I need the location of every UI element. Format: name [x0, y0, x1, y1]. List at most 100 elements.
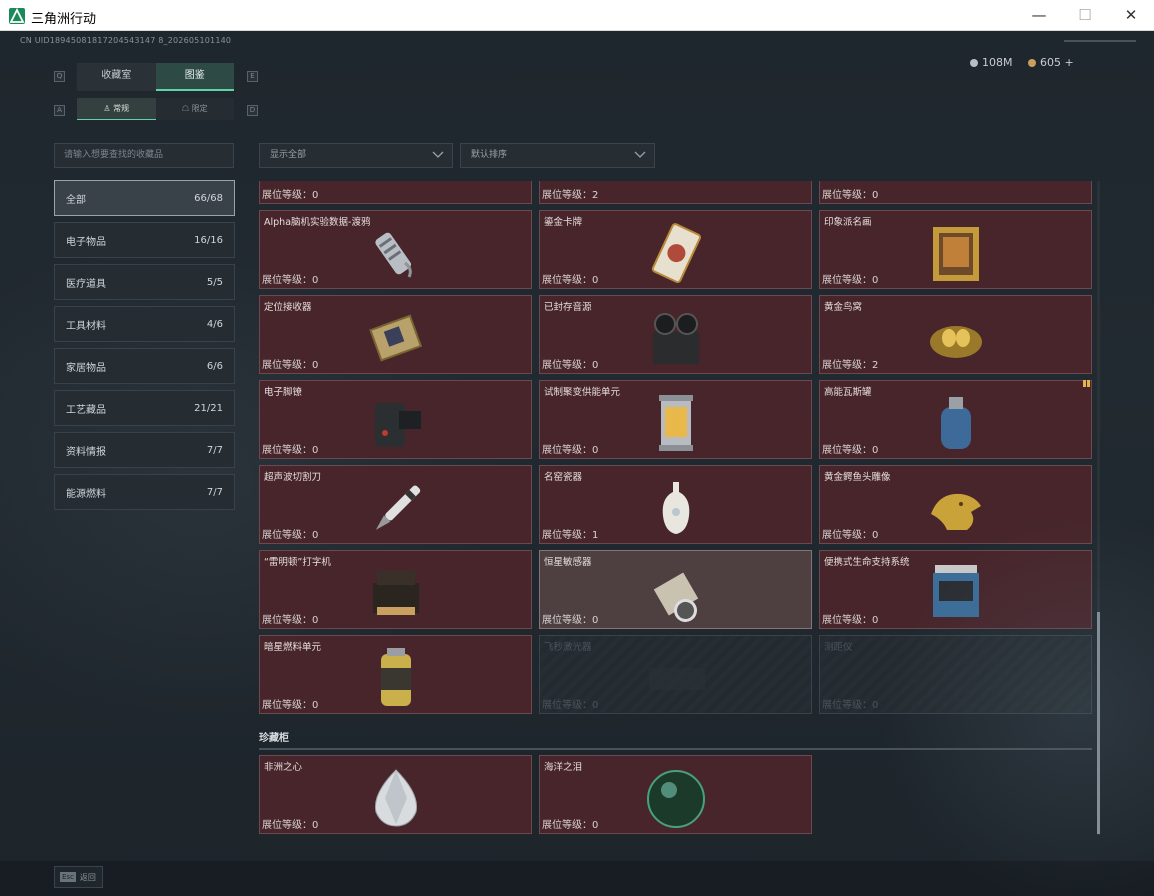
item-name: 名窑瓷器 [544, 472, 583, 483]
category-crafts[interactable]: 工艺藏品 21/21 [54, 390, 235, 426]
sort-dropdown[interactable]: 默认排序 [460, 143, 655, 168]
section-divider [259, 748, 1092, 750]
collection-card[interactable]: 非洲之心 展位等级：0 [259, 755, 532, 834]
ultrasonic-cutter-icon [365, 478, 427, 540]
category-energy[interactable]: 能源燃料 7/7 [54, 474, 235, 510]
subtab-limited-label: 限定 [191, 104, 208, 113]
collection-card[interactable]: 海洋之泪 展位等级：0 [539, 755, 812, 834]
collection-card[interactable]: 鎏金卡牌 展位等级：0 [539, 210, 812, 289]
chain-icon [645, 181, 707, 200]
collection-card[interactable]: 飞秒激光器 展位等级：0 [539, 635, 812, 714]
category-household[interactable]: 家居物品 6/6 [54, 348, 235, 384]
category-tools[interactable]: 工具材料 4/6 [54, 306, 235, 342]
key-hint-q: Q [54, 71, 65, 82]
item-level: 展位等级：0 [822, 700, 879, 711]
gas-tank-icon [925, 393, 987, 455]
laser-icon [645, 648, 707, 710]
item-level: 展位等级：2 [542, 190, 599, 201]
collection-card[interactable]: 黄金鸟窝展位等级：2 [819, 295, 1092, 374]
ankle-monitor-icon [365, 393, 427, 455]
collection-card[interactable]: 测距仪展位等级：0 [819, 635, 1092, 714]
collection-card[interactable]: 黄金鳄鱼头雕像 展位等级：0 [819, 465, 1092, 544]
back-button[interactable]: Esc 返回 [54, 866, 103, 888]
category-intel[interactable]: 资料情报 7/7 [54, 432, 235, 468]
typewriter-icon [365, 563, 427, 625]
fusion-unit-icon [645, 393, 707, 455]
collection-card[interactable]: 展位等级：2 [539, 181, 812, 204]
minimize-button[interactable]: — [1016, 0, 1062, 31]
new-item-marker-icon [1083, 380, 1090, 387]
collection-card[interactable]: 电子脚镣 展位等级：0 [259, 380, 532, 459]
item-level: 展位等级：0 [262, 190, 319, 201]
collection-card[interactable]: 展位等级：0 [819, 181, 1092, 204]
collection-card[interactable]: “雷明顿”打字机 展位等级：0 [259, 550, 532, 629]
category-count: 16/16 [194, 234, 223, 246]
window-titlebar: 三角洲行动 — ☐ ✕ [0, 0, 1154, 31]
collection-card[interactable]: 名窑瓷器 展位等级：1 [539, 465, 812, 544]
category-count: 66/68 [194, 192, 223, 204]
item-name: 鎏金卡牌 [544, 217, 583, 228]
collection-card[interactable]: 试制聚变供能单元 展位等级：0 [539, 380, 812, 459]
collection-card[interactable]: 展位等级：0 [259, 181, 532, 204]
esc-key-icon: Esc [60, 872, 76, 882]
item-level: 展位等级：2 [822, 360, 879, 371]
collection-card[interactable]: Alpha脑机实验数据-渡鸦 展位等级：0 [259, 210, 532, 289]
search-input[interactable]: 请输入想要查找的收藏品 [54, 143, 234, 168]
currency-gold-value: 605 + [1040, 56, 1074, 69]
key-hint-d: D [247, 105, 258, 116]
category-label: 工艺藏品 [66, 404, 106, 416]
fuel-cell-icon [365, 648, 427, 710]
item-name: 超声波切割刀 [264, 472, 322, 483]
framed-painting-icon [925, 223, 987, 285]
collection-card[interactable]: 超声波切割刀 展位等级：0 [259, 465, 532, 544]
chevron-down-icon [634, 151, 646, 158]
subtab-regular[interactable]: ♙ 常规 [77, 98, 156, 120]
item-level: 展位等级：0 [822, 275, 879, 286]
filter-dropdown[interactable]: 显示全部 [259, 143, 453, 168]
item-name: 测距仪 [824, 642, 853, 653]
tab-collection-room[interactable]: 收藏室 [77, 63, 156, 91]
category-count: 7/7 [206, 444, 223, 456]
collection-card[interactable]: 定位接收器 展位等级：0 [259, 295, 532, 374]
scroll-track[interactable] [1097, 181, 1100, 835]
data-drive-icon [365, 223, 427, 285]
item-name: 黄金鸟窝 [824, 302, 863, 313]
maximize-button[interactable]: ☐ [1062, 0, 1108, 31]
category-medical[interactable]: 医疗道具 5/5 [54, 264, 235, 300]
sub-tabs: ♙ 常规 ☖ 限定 [77, 98, 234, 120]
collection-card[interactable]: 已封存音源展位等级：0 [539, 295, 812, 374]
item-level: 展位等级：0 [822, 530, 879, 541]
close-button[interactable]: ✕ [1108, 0, 1154, 31]
item-name: Alpha脑机实验数据-渡鸦 [264, 217, 371, 228]
regular-icon: ♙ [103, 104, 114, 113]
golden-nest-icon [925, 308, 987, 370]
currency-silver-value: 108M [982, 56, 1013, 69]
item-name: 印象派名画 [824, 217, 872, 228]
item-level: 展位等级：0 [262, 445, 319, 456]
category-label: 能源燃料 [66, 488, 106, 500]
collection-card[interactable]: 高能瓦斯罐 展位等级：0 [819, 380, 1092, 459]
item-name: 暗星燃料单元 [264, 642, 322, 653]
category-label: 资料情报 [66, 446, 106, 458]
tab-codex[interactable]: 图鉴 [155, 63, 234, 91]
diamond-icon [365, 768, 427, 830]
category-list: 全部 66/68 电子物品 16/16 医疗道具 5/5 工具材料 4/6 家居物品 6/… [54, 180, 235, 516]
collection-card[interactable]: 暗星燃料单元 展位等级：0 [259, 635, 532, 714]
item-name: 已封存音源 [544, 302, 592, 313]
collection-card[interactable]: 便携式生命支持系统 展位等级：0 [819, 550, 1092, 629]
subtab-limited[interactable]: ☖ 限定 [155, 98, 234, 120]
item-level: 展位等级：0 [822, 445, 879, 456]
item-level: 展位等级：0 [822, 615, 879, 626]
item-level: 展位等级：0 [542, 360, 599, 371]
scrollbar-thumb[interactable] [1097, 612, 1100, 834]
collection-card[interactable]: 印象派名画展位等级：0 [819, 210, 1092, 289]
currency-gold[interactable]: 605 + [1028, 56, 1074, 69]
category-all[interactable]: 全部 66/68 [54, 180, 235, 216]
game-window: CN UID18945081817204543147 8_20260510114… [0, 31, 1154, 896]
window-title: 三角洲行动 [31, 12, 97, 27]
currency-silver[interactable]: 108M [970, 56, 1013, 69]
collection-card[interactable]: 恒星敏感器 展位等级：0 [539, 550, 812, 629]
category-electronics[interactable]: 电子物品 16/16 [54, 222, 235, 258]
item-level: 展位等级：0 [542, 700, 599, 711]
category-count: 7/7 [206, 486, 223, 498]
